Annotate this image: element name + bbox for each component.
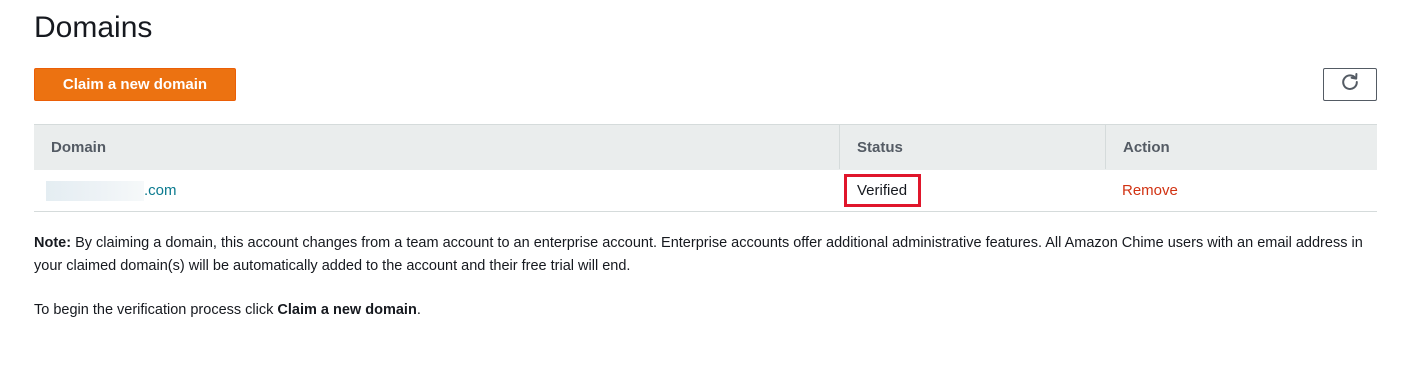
instructions-emphasis: Claim a new domain (277, 302, 417, 318)
table-row: .com Verified Remove (34, 170, 1377, 212)
page-title: Domains (34, 11, 153, 44)
domain-suffix: .com (144, 182, 177, 199)
domain-cell: .com (34, 170, 839, 211)
note-paragraph: Note: By claiming a domain, this account… (34, 232, 1384, 278)
domain-link[interactable]: .com (46, 180, 177, 201)
column-header-action[interactable]: Action (1105, 125, 1377, 169)
note-text: By claiming a domain, this account chang… (34, 235, 1363, 274)
domains-page: Domains Claim a new domain Domain Status… (0, 0, 1410, 375)
refresh-button[interactable] (1323, 68, 1377, 101)
instructions-suffix: . (416, 302, 421, 318)
remove-link[interactable]: Remove (1122, 182, 1178, 199)
table-header: Domain Status Action (34, 125, 1377, 170)
instructions-prefix: To begin the verification process click (34, 302, 278, 318)
note-label: Note: (34, 235, 72, 251)
column-header-domain[interactable]: Domain (34, 125, 839, 169)
column-header-status[interactable]: Status (839, 125, 1105, 169)
domains-table: Domain Status Action .com Verified Remov… (34, 124, 1377, 212)
status-text: Verified (857, 182, 908, 199)
status-cell: Verified (839, 170, 1105, 211)
claim-new-domain-button[interactable]: Claim a new domain (34, 68, 236, 101)
status-verified: Verified (844, 174, 922, 207)
refresh-icon (1340, 72, 1360, 97)
instructions-paragraph: To begin the verification process click … (34, 299, 421, 322)
redacted-domain-name (46, 180, 144, 201)
action-cell: Remove (1105, 170, 1377, 211)
